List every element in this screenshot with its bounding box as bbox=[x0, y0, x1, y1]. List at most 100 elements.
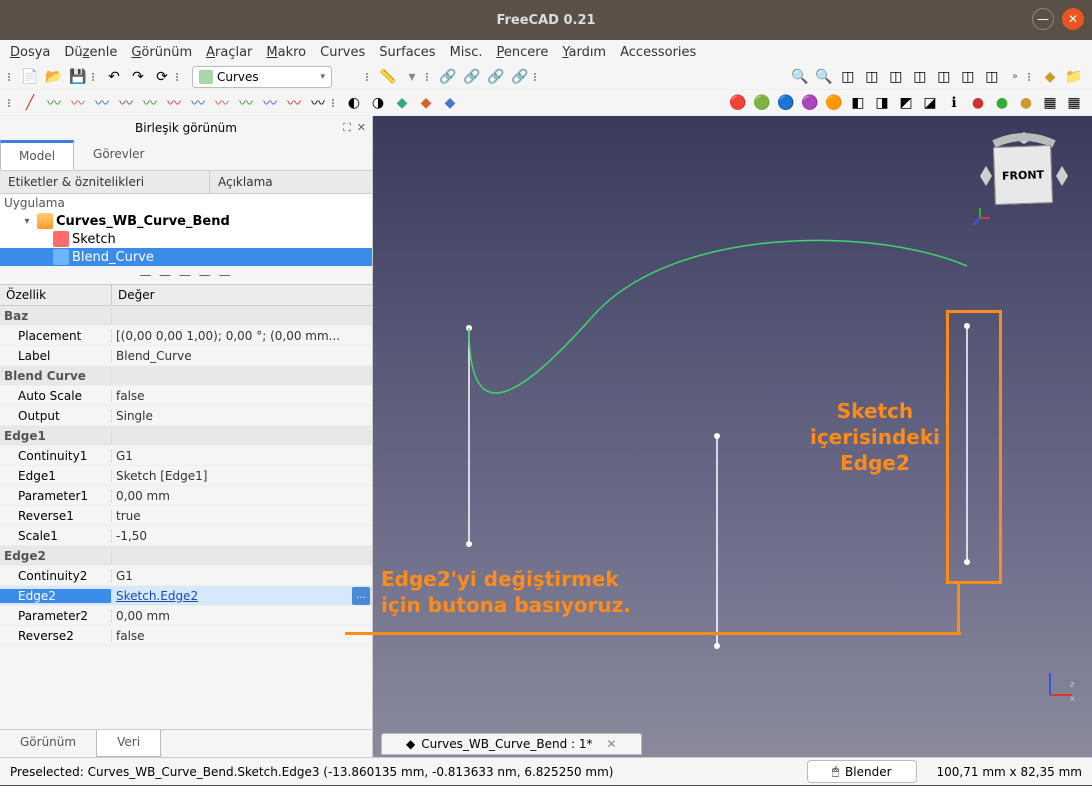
tab-data[interactable]: Veri bbox=[96, 730, 161, 757]
fit-all-icon[interactable]: 🔍 bbox=[790, 67, 810, 87]
solid-tool-icon[interactable]: ◨ bbox=[872, 93, 892, 113]
surface-tool-icon[interactable]: ◐ bbox=[344, 93, 364, 113]
menu-curves[interactable]: Curves bbox=[320, 45, 365, 60]
menu-file[interactable]: Dosya bbox=[10, 45, 50, 60]
splitter[interactable]: — — — — — bbox=[0, 266, 372, 284]
group-icon[interactable]: 📁 bbox=[1064, 67, 1084, 87]
close-button[interactable]: ✕ bbox=[1062, 8, 1084, 30]
menu-edit[interactable]: Düzenle bbox=[64, 45, 117, 60]
view-right-icon[interactable]: ◫ bbox=[910, 67, 930, 87]
annotation-button: Edge2'yi değiştirmek için butona basıyor… bbox=[381, 566, 631, 618]
curve-tool-icon[interactable]: 〰 bbox=[140, 93, 160, 113]
line-tool-icon[interactable]: ╱ bbox=[20, 93, 40, 113]
curve-tool-icon[interactable]: 〰 bbox=[92, 93, 112, 113]
tree-document[interactable]: ▾ Curves_WB_Curve_Bend bbox=[0, 212, 372, 230]
solid-tool-icon[interactable]: ● bbox=[992, 93, 1012, 113]
statusbar: Preselected: Curves_WB_Curve_Bend.Sketch… bbox=[0, 757, 1092, 785]
document-tab-close-icon[interactable]: ✕ bbox=[607, 737, 617, 751]
expand-icon[interactable]: ⛶ bbox=[343, 121, 351, 135]
surface-tool-icon[interactable]: ◆ bbox=[416, 93, 436, 113]
mouse-icon: 🖱 bbox=[832, 764, 839, 779]
save-icon[interactable]: 💾 bbox=[68, 67, 88, 87]
grid-icon[interactable]: ▦ bbox=[1064, 93, 1084, 113]
workbench-selector[interactable]: Curves bbox=[192, 66, 332, 88]
view-top-icon[interactable]: ◫ bbox=[886, 67, 906, 87]
curve-tool-icon[interactable]: 〰 bbox=[188, 93, 208, 113]
document-tab[interactable]: ◆ Curves_WB_Curve_Bend : 1* ✕ bbox=[381, 733, 642, 755]
curve-tool-icon[interactable]: 〰 bbox=[164, 93, 184, 113]
property-editor[interactable]: Baz Placement[(0,00 0,00 1,00); 0,00 °; … bbox=[0, 306, 372, 729]
navstyle-button[interactable]: 🖱 Blender bbox=[807, 760, 917, 783]
tab-tasks[interactable]: Görevler bbox=[74, 140, 163, 170]
view-front-icon[interactable]: ◫ bbox=[862, 67, 882, 87]
edge2-edit-button[interactable]: ... bbox=[352, 587, 370, 605]
menu-misc[interactable]: Misc. bbox=[450, 45, 483, 60]
titlebar: FreeCAD 0.21 — ✕ bbox=[0, 0, 1092, 40]
curve-tool-icon[interactable]: 〰 bbox=[44, 93, 64, 113]
toggle-icon[interactable]: ▾ bbox=[20, 216, 34, 227]
annotation-edge2: Sketch içerisindeki Edge2 bbox=[810, 398, 940, 476]
menu-help[interactable]: Yardım bbox=[562, 45, 606, 60]
menu-window[interactable]: Pencere bbox=[496, 45, 548, 60]
curve-tool-icon[interactable]: 〰 bbox=[236, 93, 256, 113]
tool-icon[interactable]: 🔗 bbox=[462, 67, 482, 87]
color-tool-icon[interactable]: 🟠 bbox=[824, 93, 844, 113]
tree-sketch[interactable]: Sketch bbox=[0, 230, 372, 248]
curve-tool-icon[interactable]: 〰 bbox=[284, 93, 304, 113]
tool-icon[interactable]: 🔗 bbox=[486, 67, 506, 87]
tab-model[interactable]: Model bbox=[0, 140, 74, 170]
curve-tool-icon[interactable]: 〰 bbox=[116, 93, 136, 113]
menu-surfaces[interactable]: Surfaces bbox=[379, 45, 435, 60]
part-icon[interactable]: ◆ bbox=[1040, 67, 1060, 87]
curve-tool-icon[interactable]: 〰 bbox=[68, 93, 88, 113]
color-tool-icon[interactable]: 🔵 bbox=[776, 93, 796, 113]
curve-tool-icon[interactable]: 〰 bbox=[308, 93, 328, 113]
open-icon[interactable]: 📂 bbox=[44, 67, 64, 87]
close-panel-icon[interactable]: ✕ bbox=[357, 121, 366, 135]
view-iso-icon[interactable]: ◫ bbox=[838, 67, 858, 87]
tree-view[interactable]: Uygulama ▾ Curves_WB_Curve_Bend Sketch B… bbox=[0, 194, 372, 266]
toolbar-grip[interactable] bbox=[8, 73, 14, 81]
prop-edge2-value[interactable]: Sketch.Edge2 bbox=[112, 589, 352, 603]
view-rear-icon[interactable]: ◫ bbox=[934, 67, 954, 87]
solid-tool-icon[interactable]: ● bbox=[968, 93, 988, 113]
minimize-button[interactable]: — bbox=[1032, 8, 1054, 30]
fit-sel-icon[interactable]: 🔍 bbox=[814, 67, 834, 87]
tool-icon[interactable]: ▾ bbox=[402, 67, 422, 87]
grid-icon[interactable]: ▦ bbox=[1040, 93, 1060, 113]
view-bottom-icon[interactable]: ◫ bbox=[958, 67, 978, 87]
link-icon[interactable]: 🔗 bbox=[438, 67, 458, 87]
surface-tool-icon[interactable]: ◆ bbox=[440, 93, 460, 113]
toolbar-1: 📄 📂 💾 ↶ ↷ ⟳ Curves 📏 ▾ 🔗 🔗 🔗 🔗 🔍 🔍 ◫ ◫ ◫… bbox=[0, 64, 1092, 90]
surface-tool-icon[interactable]: ◆ bbox=[392, 93, 412, 113]
solid-tool-icon[interactable]: ◩ bbox=[896, 93, 916, 113]
redo-icon[interactable]: ↷ bbox=[128, 67, 148, 87]
solid-tool-icon[interactable]: ● bbox=[1016, 93, 1036, 113]
color-tool-icon[interactable]: 🟢 bbox=[752, 93, 772, 113]
tree-blend-curve[interactable]: Blend_Curve bbox=[0, 248, 372, 266]
solid-tool-icon[interactable]: ◪ bbox=[920, 93, 940, 113]
prop-edge2-row[interactable]: Edge2 Sketch.Edge2 ... bbox=[0, 586, 372, 606]
menu-macro[interactable]: Makro bbox=[266, 45, 306, 60]
curve-tool-icon[interactable]: 〰 bbox=[260, 93, 280, 113]
curve-tool-icon[interactable]: 〰 bbox=[212, 93, 232, 113]
view-left-icon[interactable]: ◫ bbox=[982, 67, 1002, 87]
color-tool-icon[interactable]: 🔴 bbox=[728, 93, 748, 113]
navigation-cube[interactable]: FRONT bbox=[974, 126, 1074, 226]
refresh-icon[interactable]: ⟳ bbox=[152, 67, 172, 87]
menu-accessories[interactable]: Accessories bbox=[620, 45, 696, 60]
tree-app-root[interactable]: Uygulama bbox=[0, 194, 372, 212]
navcube-front[interactable]: FRONT bbox=[993, 145, 1053, 205]
menu-tools[interactable]: Araçlar bbox=[206, 45, 252, 60]
measure-icon[interactable]: 📏 bbox=[378, 67, 398, 87]
solid-tool-icon[interactable]: ◧ bbox=[848, 93, 868, 113]
color-tool-icon[interactable]: 🟣 bbox=[800, 93, 820, 113]
new-icon[interactable]: 📄 bbox=[20, 67, 40, 87]
menu-view[interactable]: Görünüm bbox=[131, 45, 192, 60]
info-icon[interactable]: ℹ bbox=[944, 93, 964, 113]
undo-icon[interactable]: ↶ bbox=[104, 67, 124, 87]
tab-view[interactable]: Görünüm bbox=[0, 730, 96, 757]
3d-viewport[interactable]: Sketch içerisindeki Edge2 Edge2'yi değiş… bbox=[373, 116, 1092, 757]
tool-icon[interactable]: 🔗 bbox=[510, 67, 530, 87]
surface-tool-icon[interactable]: ◑ bbox=[368, 93, 388, 113]
